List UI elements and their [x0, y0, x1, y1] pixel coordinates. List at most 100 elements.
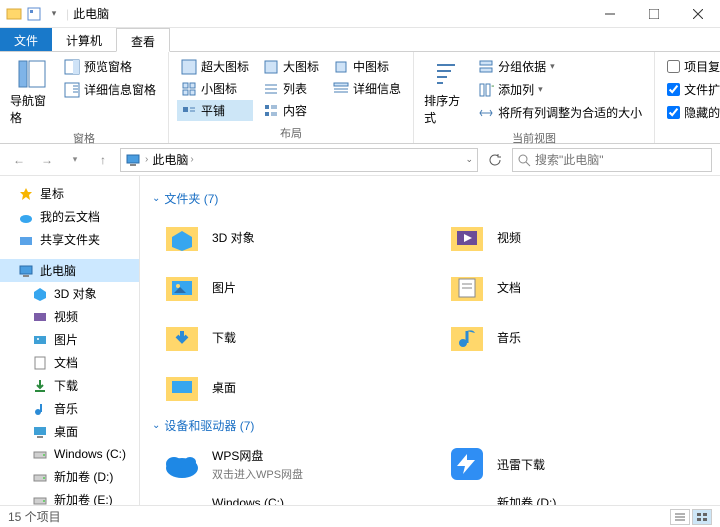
- maximize-button[interactable]: [632, 0, 676, 28]
- folder-icon: [162, 317, 202, 357]
- status-item-count: 15 个项目: [8, 508, 61, 525]
- details-pane-button[interactable]: 详细信息窗格: [60, 79, 160, 100]
- nav-icon: [32, 469, 48, 485]
- qat-dropdown-icon[interactable]: ▾: [46, 6, 62, 22]
- back-button[interactable]: ←: [8, 149, 30, 171]
- drive-item[interactable]: 新加卷 (D:)47.4 GB 可用，共 50.9 GB: [443, 490, 708, 505]
- nav-icon: [32, 492, 48, 506]
- folder-item[interactable]: 3D 对象: [158, 213, 423, 261]
- view-icons-toggle[interactable]: [692, 509, 712, 525]
- chk-hidden-items[interactable]: 隐藏的项目: [663, 102, 720, 123]
- sidebar-item[interactable]: 新加卷 (D:): [0, 465, 139, 488]
- drive-item[interactable]: 迅雷下载: [443, 440, 708, 488]
- content-area: ⌄文件夹 (7) 3D 对象视频图片文档下载音乐桌面 ⌄设备和驱动器 (7) W…: [140, 176, 720, 505]
- address-bar: ← → ▾ ↑ › 此电脑 › ⌄: [0, 144, 720, 176]
- nav-icon: [32, 424, 48, 440]
- chevron-down-icon: ⌄: [152, 193, 160, 204]
- folder-item[interactable]: 视频: [443, 213, 708, 261]
- search-icon: [517, 153, 531, 167]
- ribbon: 导航窗格 预览窗格 详细信息窗格 窗格 超大图标 大图标 中图标 小图标 列表 …: [0, 52, 720, 144]
- folder-item[interactable]: 桌面: [158, 363, 423, 411]
- layout-content[interactable]: 内容: [259, 100, 323, 121]
- layout-tiles[interactable]: 平铺: [177, 100, 253, 121]
- sidebar-item[interactable]: 音乐: [0, 397, 139, 420]
- sidebar-shared[interactable]: 共享文件夹: [0, 228, 139, 251]
- this-pc-icon: [18, 263, 34, 279]
- cloud-icon: [18, 209, 34, 225]
- layout-l-icons[interactable]: 大图标: [259, 56, 323, 77]
- recent-dropdown[interactable]: ▾: [64, 149, 86, 171]
- sort-by-button[interactable]: 排序方式: [422, 56, 470, 128]
- folder-icon: [162, 367, 202, 407]
- tab-computer[interactable]: 计算机: [52, 28, 116, 51]
- address-dropdown-icon[interactable]: ⌄: [465, 154, 473, 165]
- sidebar-item[interactable]: 下载: [0, 374, 139, 397]
- preview-pane-button[interactable]: 预览窗格: [60, 56, 160, 77]
- status-bar: 15 个项目: [0, 505, 720, 527]
- folder-item[interactable]: 文档: [443, 263, 708, 311]
- qat-properties-icon[interactable]: [26, 6, 42, 22]
- nav-icon: [32, 446, 48, 462]
- sidebar-item[interactable]: 3D 对象: [0, 282, 139, 305]
- close-button[interactable]: [676, 0, 720, 28]
- search-box[interactable]: [512, 148, 712, 172]
- sidebar-starred[interactable]: 星标: [0, 182, 139, 205]
- titlebar: ▾ | 此电脑: [0, 0, 720, 28]
- layout-details[interactable]: 详细信息: [329, 78, 405, 99]
- folder-icon: [447, 217, 487, 257]
- search-input[interactable]: [535, 153, 707, 167]
- folder-icon: [162, 267, 202, 307]
- sidebar-item[interactable]: Windows (C:): [0, 443, 139, 465]
- folder-item[interactable]: 音乐: [443, 313, 708, 361]
- star-icon: [18, 186, 34, 202]
- layout-s-icons[interactable]: 小图标: [177, 78, 253, 99]
- explorer-icon: [6, 6, 22, 22]
- view-details-toggle[interactable]: [670, 509, 690, 525]
- forward-button[interactable]: →: [36, 149, 58, 171]
- nav-icon: [32, 332, 48, 348]
- group-by-button[interactable]: 分组依据▾: [474, 56, 646, 77]
- nav-icon: [32, 286, 48, 302]
- this-pc-icon: [125, 152, 141, 168]
- drive-item[interactable]: WPS网盘双击进入WPS网盘: [158, 440, 423, 488]
- sidebar-cloud-docs[interactable]: 我的云文档: [0, 205, 139, 228]
- layout-list[interactable]: 列表: [259, 78, 323, 99]
- sidebar-item[interactable]: 新加卷 (E:): [0, 488, 139, 505]
- up-button[interactable]: ↑: [92, 149, 114, 171]
- minimize-button[interactable]: [588, 0, 632, 28]
- shared-folder-icon: [18, 232, 34, 248]
- nav-icon: [32, 309, 48, 325]
- sidebar-item[interactable]: 图片: [0, 328, 139, 351]
- group-label-layout: 布局: [177, 123, 405, 141]
- svg-text:+: +: [491, 82, 494, 93]
- layout-m-icons[interactable]: 中图标: [329, 56, 405, 77]
- size-columns-button[interactable]: 将所有列调整为合适的大小: [474, 102, 646, 123]
- refresh-button[interactable]: [484, 149, 506, 171]
- nav-icon: [32, 378, 48, 394]
- folder-icon: [447, 267, 487, 307]
- tab-file[interactable]: 文件: [0, 28, 52, 51]
- folder-item[interactable]: 下载: [158, 313, 423, 361]
- app-drive-icon: [447, 444, 487, 484]
- sidebar-item[interactable]: 桌面: [0, 420, 139, 443]
- group-header-drives[interactable]: ⌄设备和驱动器 (7): [152, 411, 708, 440]
- breadcrumb-segment[interactable]: 此电脑 ›: [152, 151, 193, 168]
- sidebar: 星标 我的云文档 共享文件夹 此电脑 3D 对象视频图片文档下载音乐桌面Wind…: [0, 176, 140, 505]
- folder-item[interactable]: 图片: [158, 263, 423, 311]
- nav-pane-button[interactable]: 导航窗格: [8, 56, 56, 128]
- layout-xl-icons[interactable]: 超大图标: [177, 56, 253, 77]
- window-title: 此电脑: [73, 5, 109, 22]
- sidebar-item[interactable]: 视频: [0, 305, 139, 328]
- address-box[interactable]: › 此电脑 › ⌄: [120, 148, 478, 172]
- folder-icon: [162, 217, 202, 257]
- group-header-folders[interactable]: ⌄文件夹 (7): [152, 184, 708, 213]
- chk-item-checkboxes[interactable]: 项目复选框: [663, 56, 720, 77]
- sidebar-item[interactable]: 文档: [0, 351, 139, 374]
- chk-file-ext[interactable]: 文件扩展名: [663, 79, 720, 100]
- nav-icon: [32, 401, 48, 417]
- drive-item[interactable]: Windows (C:)20.6 GB 可用，共 178 GB: [158, 490, 423, 505]
- add-columns-button[interactable]: +添加列▾: [474, 79, 646, 100]
- tab-view[interactable]: 查看: [116, 28, 170, 52]
- sidebar-this-pc[interactable]: 此电脑: [0, 259, 139, 282]
- app-drive-icon: [162, 444, 202, 484]
